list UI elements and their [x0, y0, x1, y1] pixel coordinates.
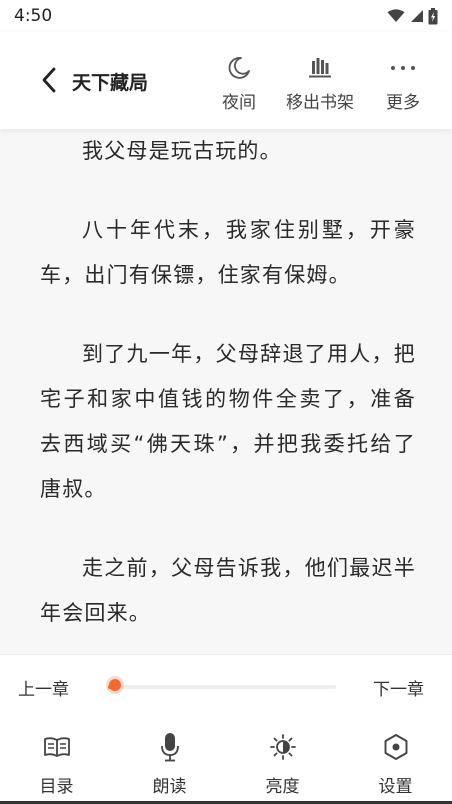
night-mode-label: 夜间 [222, 93, 256, 113]
chapter-content[interactable]: 我父母是玩古玩的。 八十年代末，我家住别墅，开豪车，出门有保镖，住家有保姆。 到… [40, 129, 416, 654]
bookshelf-icon [309, 58, 331, 78]
read-aloud-button[interactable]: 朗读 [113, 718, 226, 804]
settings-icon [384, 734, 407, 760]
moon-icon [228, 57, 250, 79]
next-chapter-button[interactable]: 下一章 [373, 675, 424, 700]
microphone-icon [160, 733, 179, 762]
remove-from-shelf-label: 移出书架 [286, 93, 354, 113]
more-icon [391, 66, 415, 70]
status-icons [387, 7, 438, 25]
paragraph: 八十年代末，我家住别墅，开豪车，出门有保镖，住家有保姆。 [40, 218, 416, 287]
back-arrow-icon [42, 67, 56, 93]
more-label: 更多 [386, 93, 420, 113]
settings-label: 设置 [378, 777, 413, 797]
brightness-icon [269, 734, 296, 760]
status-bar: 4:50 [0, 0, 452, 32]
paragraph: 到了九一年，父母辞退了用人，把宅子和家中值钱的物件全卖了，准备去西域买“佛天珠”… [40, 342, 416, 501]
reader-bottom-toolbar: 目录 朗读 亮度 设置 [0, 718, 452, 804]
read-aloud-label: 朗读 [152, 777, 187, 797]
catalog-button[interactable]: 目录 [0, 718, 113, 804]
brightness-button[interactable]: 亮度 [226, 718, 339, 804]
catalog-label: 目录 [39, 777, 74, 797]
chapter-progress-slider[interactable] [108, 679, 336, 691]
catalog-icon [43, 737, 70, 757]
reader-top-bar: 天下藏局 夜间 移出书架 更多 [0, 32, 452, 129]
brightness-label: 亮度 [265, 777, 300, 797]
paragraph: 我父母是玩古玩的。 [82, 139, 282, 163]
cellular-signal-icon [411, 10, 423, 22]
back-button[interactable] [34, 65, 64, 95]
progress-thumb[interactable] [108, 679, 121, 691]
settings-button[interactable]: 设置 [339, 718, 452, 804]
remove-from-shelf-button[interactable]: 移出书架 [286, 54, 354, 113]
status-time: 4:50 [14, 6, 53, 26]
more-button[interactable]: 更多 [386, 54, 420, 113]
paragraph: 走之前，父母告诉我，他们最迟半年会回来。 [40, 556, 416, 625]
prev-chapter-button[interactable]: 上一章 [18, 675, 69, 700]
chapter-navigation: 上一章 下一章 [0, 654, 452, 719]
battery-icon [428, 7, 438, 24]
wifi-icon [387, 9, 405, 22]
night-mode-button[interactable]: 夜间 [222, 54, 256, 113]
book-title: 天下藏局 [72, 72, 149, 94]
